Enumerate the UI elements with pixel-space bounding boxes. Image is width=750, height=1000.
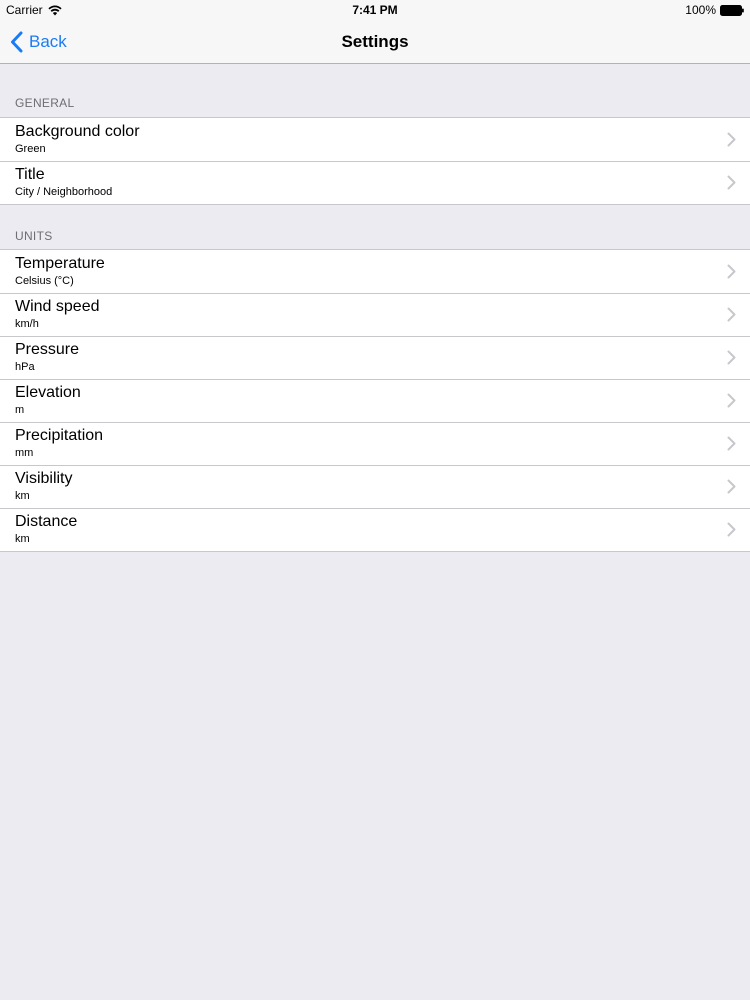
chevron-right-icon (727, 175, 736, 190)
status-time: 7:41 PM (352, 3, 398, 17)
chevron-right-icon (727, 393, 736, 408)
group-general: Background color Green Title City / Neig… (0, 117, 750, 205)
row-title: Pressure (15, 341, 80, 358)
status-bar: Carrier 7:41 PM 100% (0, 0, 750, 20)
chevron-right-icon (727, 436, 736, 451)
row-value: hPa (15, 361, 35, 373)
row-value: km/h (15, 318, 39, 330)
row-value: m (15, 404, 25, 416)
row-title-setting[interactable]: Title City / Neighborhood (0, 161, 750, 204)
row-value: km (15, 533, 30, 545)
chevron-right-icon (727, 264, 736, 279)
chevron-right-icon (727, 522, 736, 537)
chevron-right-icon (727, 132, 736, 147)
status-right: 100% (685, 3, 744, 17)
row-elevation[interactable]: Elevation m (0, 379, 750, 422)
row-precipitation[interactable]: Precipitation mm (0, 422, 750, 465)
row-pressure[interactable]: Pressure hPa (0, 336, 750, 379)
battery-percent: 100% (685, 3, 716, 17)
row-value: mm (15, 447, 34, 459)
chevron-right-icon (727, 479, 736, 494)
row-distance[interactable]: Distance km (0, 508, 750, 551)
section-header-units: UNITS (15, 229, 53, 243)
row-title: Wind speed (15, 298, 100, 315)
row-background-color[interactable]: Background color Green (0, 118, 750, 161)
navigation-bar: Back Settings (0, 20, 750, 64)
settings-screen: Carrier 7:41 PM 100% Back Settings GENER (0, 0, 750, 1000)
row-title: Title (15, 166, 45, 183)
row-title: Visibility (15, 470, 73, 487)
row-temperature[interactable]: Temperature Celsius (°C) (0, 250, 750, 293)
row-value: Green (15, 143, 46, 155)
group-units: Temperature Celsius (°C) Wind speed km/h… (0, 249, 750, 552)
row-value: Celsius (°C) (15, 275, 74, 287)
row-value: City / Neighborhood (15, 186, 113, 198)
row-title: Distance (15, 513, 78, 530)
chevron-right-icon (727, 350, 736, 365)
battery-icon (720, 4, 744, 16)
row-title: Elevation (15, 384, 81, 401)
row-title: Temperature (15, 255, 105, 272)
row-title: Precipitation (15, 427, 104, 444)
row-title: Background color (15, 123, 140, 140)
row-wind-speed[interactable]: Wind speed km/h (0, 293, 750, 336)
chevron-right-icon (727, 307, 736, 322)
row-value: km (15, 490, 30, 502)
page-title: Settings (341, 32, 409, 51)
section-header-general: GENERAL (15, 96, 75, 110)
row-visibility[interactable]: Visibility km (0, 465, 750, 508)
